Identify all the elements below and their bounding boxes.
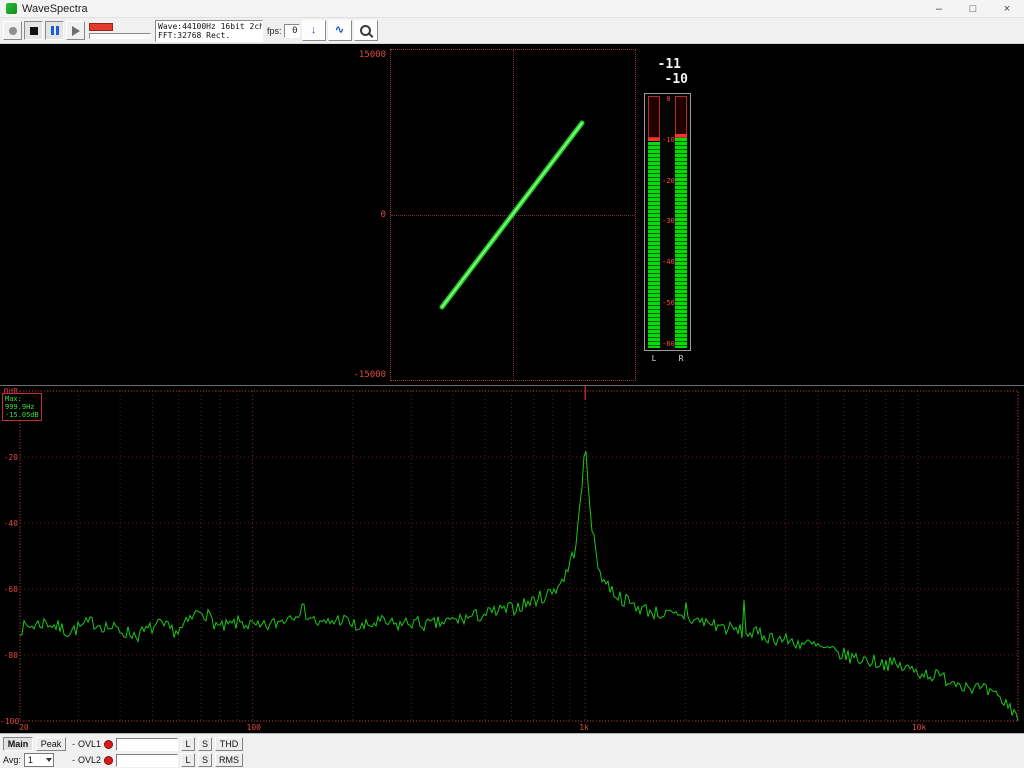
x-axis-label: 1k bbox=[579, 723, 589, 732]
meter-bar-right bbox=[675, 96, 687, 348]
titlebar: WaveSpectra – □ × bbox=[0, 0, 1024, 18]
waveform-view-button[interactable]: ∿ bbox=[327, 20, 352, 41]
statusbar-row-1: Main Peak - OVL1 L S THD bbox=[0, 736, 1024, 752]
lissajous-trace bbox=[439, 120, 585, 310]
record-button[interactable] bbox=[3, 21, 22, 40]
maximize-icon[interactable]: □ bbox=[956, 0, 990, 17]
ovl2-led bbox=[104, 755, 114, 765]
window-controls: – □ × bbox=[922, 0, 1024, 17]
play-button[interactable] bbox=[66, 21, 85, 40]
format-info-box: Wave:44100Hz 16bit 2ch FFT:32768 Rect. bbox=[155, 19, 263, 42]
record-icon bbox=[8, 26, 17, 35]
max-label: Max: bbox=[5, 395, 22, 403]
wave-format-text: Wave:44100Hz 16bit 2ch bbox=[158, 21, 263, 31]
window-title: WaveSpectra bbox=[22, 2, 88, 15]
arrow-down-icon: ↓ bbox=[310, 24, 317, 36]
separator-dash: - bbox=[72, 739, 75, 749]
settings-button[interactable] bbox=[353, 20, 378, 41]
peak-button[interactable]: Peak bbox=[36, 737, 66, 751]
rms-button[interactable]: RMS bbox=[215, 753, 244, 767]
recording-status-group bbox=[89, 22, 151, 39]
ovl1-field[interactable] bbox=[116, 737, 179, 751]
minimize-icon[interactable]: – bbox=[922, 0, 956, 17]
y-axis-label: -60 bbox=[3, 585, 18, 594]
s-button-1[interactable]: S bbox=[198, 737, 213, 751]
meter-frame: 0 -10 -20 -30 -40 -50 -60 L R bbox=[644, 93, 691, 363]
fft-format-text: FFT:32768 Rect. bbox=[158, 30, 231, 40]
app-icon bbox=[6, 3, 17, 14]
pause-icon bbox=[50, 26, 59, 35]
l-button-1[interactable]: L bbox=[181, 737, 196, 751]
peak-readout-right: -10 bbox=[664, 72, 688, 87]
magnifier-wrench-icon bbox=[360, 25, 372, 36]
toolbar: Wave:44100Hz 16bit 2ch FFT:32768 Rect. f… bbox=[0, 18, 1024, 44]
separator-dash: - bbox=[72, 755, 75, 765]
meter-over-zone bbox=[675, 96, 687, 139]
meter-channel-left-label: L bbox=[651, 354, 657, 363]
meter-bar-left bbox=[648, 96, 660, 348]
max-level: -15.05dB bbox=[5, 411, 39, 419]
s-button-2[interactable]: S bbox=[198, 753, 213, 767]
fps-value-field: 0 bbox=[283, 23, 300, 38]
ovl2-label: OVL2 bbox=[78, 755, 102, 765]
stop-icon bbox=[29, 26, 38, 35]
x-axis-label: 20 bbox=[19, 723, 29, 732]
sine-wave-icon: ∿ bbox=[334, 24, 345, 36]
meter-fill-left bbox=[648, 142, 660, 348]
meter-peak-hold bbox=[675, 134, 687, 137]
fps-label: fps: bbox=[267, 25, 282, 36]
thd-button[interactable]: THD bbox=[215, 737, 244, 751]
spectrum-area: 0dB -20 -40 -60 -80 -100 20 100 1k 10k M… bbox=[0, 385, 1024, 733]
lissajous-y-min-label: -15000 bbox=[353, 370, 386, 380]
y-axis-label: -100 bbox=[0, 717, 20, 726]
chevron-down-icon bbox=[45, 758, 52, 762]
overload-indicator bbox=[89, 22, 113, 31]
statusbar-row-2: Avg: 1 - OVL2 L S RMS bbox=[0, 752, 1024, 768]
max-peak-info-box: Max: 999.9Hz -15.05dB bbox=[2, 393, 42, 421]
pause-button[interactable] bbox=[45, 21, 64, 40]
ovl1-label: OVL1 bbox=[78, 739, 102, 749]
avg-value: 1 bbox=[27, 755, 33, 765]
play-icon bbox=[71, 25, 80, 36]
y-axis-label: -80 bbox=[3, 651, 18, 660]
max-frequency: 999.9Hz bbox=[5, 403, 35, 411]
lissajous-y-zero-label: 0 bbox=[380, 210, 386, 220]
statusbar: Main Peak - OVL1 L S THD Avg: 1 - OVL2 L… bbox=[0, 733, 1024, 768]
ovl2-field[interactable] bbox=[116, 753, 179, 767]
meter-peak-hold bbox=[648, 138, 660, 142]
avg-select[interactable]: 1 bbox=[23, 753, 54, 767]
l-button-2[interactable]: L bbox=[181, 753, 196, 767]
stop-button[interactable] bbox=[24, 21, 43, 40]
main-button[interactable]: Main bbox=[3, 737, 33, 751]
meter-over-zone bbox=[648, 96, 660, 139]
scope-area: 15000 0 -15000 -11 -10 0 -10 -20 -30 -40… bbox=[0, 44, 1024, 385]
position-slider[interactable] bbox=[89, 32, 151, 39]
lissajous-display bbox=[390, 49, 636, 381]
lissajous-y-max-label: 15000 bbox=[358, 50, 386, 60]
close-icon[interactable]: × bbox=[990, 0, 1024, 17]
x-axis-label: 100 bbox=[246, 723, 261, 732]
ovl1-led bbox=[104, 739, 114, 749]
avg-label: Avg: bbox=[3, 755, 21, 765]
y-axis-label: -20 bbox=[3, 453, 18, 462]
fps-group: fps: 0 bbox=[267, 23, 300, 38]
meter-channel-right-label: R bbox=[678, 354, 684, 363]
y-axis-label: -40 bbox=[3, 519, 18, 528]
level-meter-panel: -11 -10 0 -10 -20 -30 -40 -50 -60 L R bbox=[644, 57, 691, 363]
sampling-settings-button[interactable]: ↓ bbox=[301, 20, 326, 41]
meter-fill-right bbox=[675, 138, 687, 348]
spectrum-plot bbox=[19, 386, 1019, 722]
peak-readout-left: -11 bbox=[657, 57, 681, 72]
x-axis-label: 10k bbox=[911, 723, 927, 732]
